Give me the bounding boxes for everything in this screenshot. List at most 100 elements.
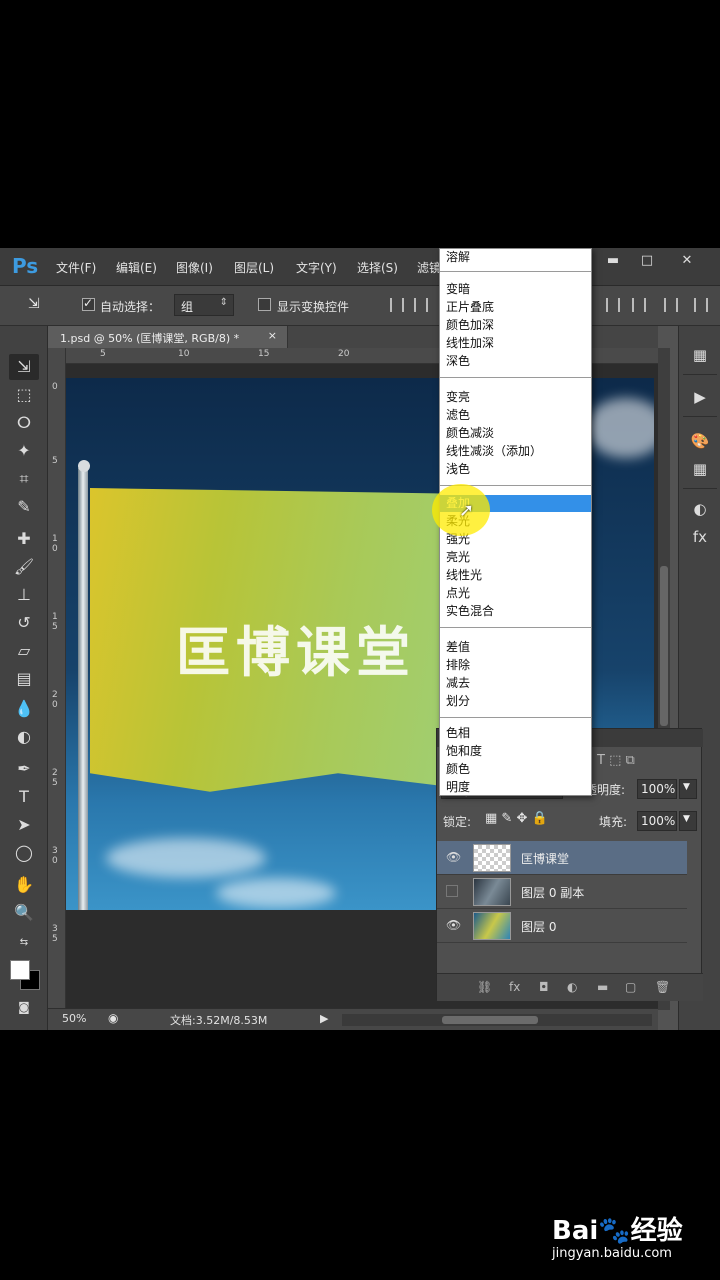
healing-brush-tool-icon[interactable]: ✚ <box>9 526 39 552</box>
new-layer-icon[interactable]: ▢ <box>625 980 636 994</box>
align-icon[interactable] <box>390 298 404 312</box>
show-transform-checkbox[interactable] <box>258 298 271 311</box>
layer-filter-icons[interactable]: T ⬚ ⧉ <box>597 753 635 768</box>
status-info-icon[interactable]: ◉ <box>108 1011 118 1025</box>
history-panel-icon[interactable]: ▦ <box>687 342 713 368</box>
blend-mode-option[interactable]: 线性光 <box>440 567 591 584</box>
blend-mode-option[interactable]: 浅色 <box>440 461 591 478</box>
blend-mode-option[interactable]: 差值 <box>440 639 591 656</box>
lock-icons[interactable]: ▦ ✎ ✥ 🔒 <box>485 811 548 826</box>
blend-mode-option[interactable]: 实色混合 <box>440 603 591 620</box>
blend-mode-option[interactable]: 颜色 <box>440 761 591 778</box>
swap-colors-icon[interactable]: ⇆ <box>9 930 39 956</box>
minimize-icon[interactable]: ▬ <box>598 251 628 271</box>
visibility-eye-icon[interactable]: 👁 <box>446 918 461 932</box>
stamp-tool-icon[interactable]: ⊥ <box>9 582 39 608</box>
zoom-tool-icon[interactable]: 🔍 <box>9 900 39 926</box>
blend-mode-option[interactable]: 明度 <box>440 779 591 796</box>
blend-mode-option[interactable]: 点光 <box>440 585 591 602</box>
menu-type[interactable]: 文字(Y) <box>296 259 337 276</box>
quick-mask-icon[interactable]: ◙ <box>9 994 39 1020</box>
auto-select-checkbox[interactable] <box>82 296 95 311</box>
lasso-tool-icon[interactable]: ⵔ <box>9 410 39 436</box>
blend-mode-option[interactable]: 颜色加深 <box>440 317 591 334</box>
scroll-thumb[interactable] <box>442 1016 538 1024</box>
menu-image[interactable]: 图像(I) <box>176 259 213 276</box>
history-brush-tool-icon[interactable]: ↺ <box>9 610 39 636</box>
blend-mode-option[interactable]: 减去 <box>440 675 591 692</box>
menu-edit[interactable]: 编辑(E) <box>116 259 157 276</box>
actions-panel-icon[interactable]: ▶ <box>687 384 713 410</box>
distribute-icon[interactable] <box>632 298 646 312</box>
distribute-icon[interactable] <box>694 298 708 312</box>
link-layers-icon[interactable]: ⛓ <box>477 980 492 994</box>
dodge-tool-icon[interactable]: ◐ <box>9 724 39 750</box>
move-tool-icon[interactable]: ⇲ <box>9 354 39 380</box>
auto-select-target-dropdown[interactable]: 组 ⇕ <box>174 294 234 316</box>
ellipse-tool-icon[interactable]: ◯ <box>9 840 39 866</box>
blur-tool-icon[interactable]: 💧 <box>9 696 39 722</box>
layer-row[interactable]: 图层 0 副本 <box>437 875 687 909</box>
maximize-icon[interactable]: □ <box>632 251 662 271</box>
blend-mode-option[interactable]: 饱和度 <box>440 743 591 760</box>
blend-mode-option[interactable]: 划分 <box>440 693 591 710</box>
visibility-eye-icon[interactable]: 👁 <box>446 850 461 864</box>
visibility-toggle-empty[interactable] <box>446 885 458 897</box>
menu-layer[interactable]: 图层(L) <box>234 259 274 276</box>
blend-mode-option[interactable]: 正片叠底 <box>440 299 591 316</box>
document-tab[interactable]: 1.psd @ 50% (匡博课堂, RGB/8) * × <box>48 326 288 348</box>
zoom-level[interactable]: 50% <box>62 1012 86 1025</box>
opacity-slider-arrow-icon[interactable]: ▼ <box>679 779 697 799</box>
fill-slider-arrow-icon[interactable]: ▼ <box>679 811 697 831</box>
blend-mode-option[interactable]: 亮光 <box>440 549 591 566</box>
blend-mode-option[interactable]: 变亮 <box>440 389 591 406</box>
eraser-tool-icon[interactable]: ▱ <box>9 638 39 664</box>
blend-mode-option[interactable]: 线性加深 <box>440 335 591 352</box>
opacity-input[interactable]: 100% <box>637 779 677 799</box>
new-group-icon[interactable]: ▬ <box>597 980 608 994</box>
adjustment-layer-icon[interactable]: ◐ <box>567 980 577 994</box>
marquee-tool-icon[interactable]: ⬚ <box>9 382 39 408</box>
styles-panel-icon[interactable]: fx <box>687 524 713 550</box>
distribute-icon[interactable] <box>664 298 678 312</box>
magic-wand-tool-icon[interactable]: ✦ <box>9 438 39 464</box>
blend-mode-option[interactable]: 溶解 <box>440 249 591 266</box>
hand-tool-icon[interactable]: ✋ <box>9 872 39 898</box>
layer-mask-icon[interactable]: ◘ <box>539 980 549 994</box>
layer-row[interactable]: 👁 匡博课堂 <box>437 841 687 875</box>
layer-row[interactable]: 👁 图层 0 <box>437 909 687 943</box>
menu-file[interactable]: 文件(F) <box>56 259 96 276</box>
crop-tool-icon[interactable]: ⌗ <box>9 466 39 492</box>
divider <box>440 271 591 272</box>
delete-layer-icon[interactable]: 🗑 <box>655 980 670 994</box>
blend-mode-option[interactable]: 变暗 <box>440 281 591 298</box>
status-menu-arrow-icon[interactable]: ▶ <box>320 1012 328 1025</box>
move-tool-icon[interactable]: ⇲ <box>28 296 40 312</box>
menu-filter[interactable]: 滤镜 <box>417 259 441 276</box>
blend-mode-option[interactable]: 色相 <box>440 725 591 742</box>
blend-mode-option[interactable]: 滤色 <box>440 407 591 424</box>
foreground-color-swatch[interactable] <box>10 960 30 980</box>
blend-mode-option[interactable]: 排除 <box>440 657 591 674</box>
scroll-thumb[interactable] <box>660 566 668 726</box>
path-selection-tool-icon[interactable]: ➤ <box>9 812 39 838</box>
layer-style-icon[interactable]: fx <box>509 980 520 994</box>
color-panel-icon[interactable]: 🎨 <box>687 428 713 454</box>
gradient-tool-icon[interactable]: ▤ <box>9 666 39 692</box>
distribute-icon[interactable] <box>606 298 620 312</box>
close-icon[interactable]: ✕ <box>672 251 702 271</box>
type-tool-icon[interactable]: T <box>9 784 39 810</box>
horizontal-scrollbar[interactable] <box>342 1014 652 1026</box>
fill-input[interactable]: 100% <box>637 811 677 831</box>
brush-tool-icon[interactable]: 🖌 <box>9 554 39 580</box>
pen-tool-icon[interactable]: ✒ <box>9 756 39 782</box>
close-tab-icon[interactable]: × <box>268 329 277 342</box>
blend-mode-option[interactable]: 线性减淡（添加） <box>440 443 591 460</box>
align-icon[interactable] <box>414 298 428 312</box>
swatches-panel-icon[interactable]: ▦ <box>687 456 713 482</box>
blend-mode-option[interactable]: 颜色减淡 <box>440 425 591 442</box>
menu-select[interactable]: 选择(S) <box>357 259 398 276</box>
eyedropper-tool-icon[interactable]: ✎ <box>9 494 39 520</box>
adjustments-panel-icon[interactable]: ◐ <box>687 496 713 522</box>
blend-mode-option[interactable]: 深色 <box>440 353 591 370</box>
